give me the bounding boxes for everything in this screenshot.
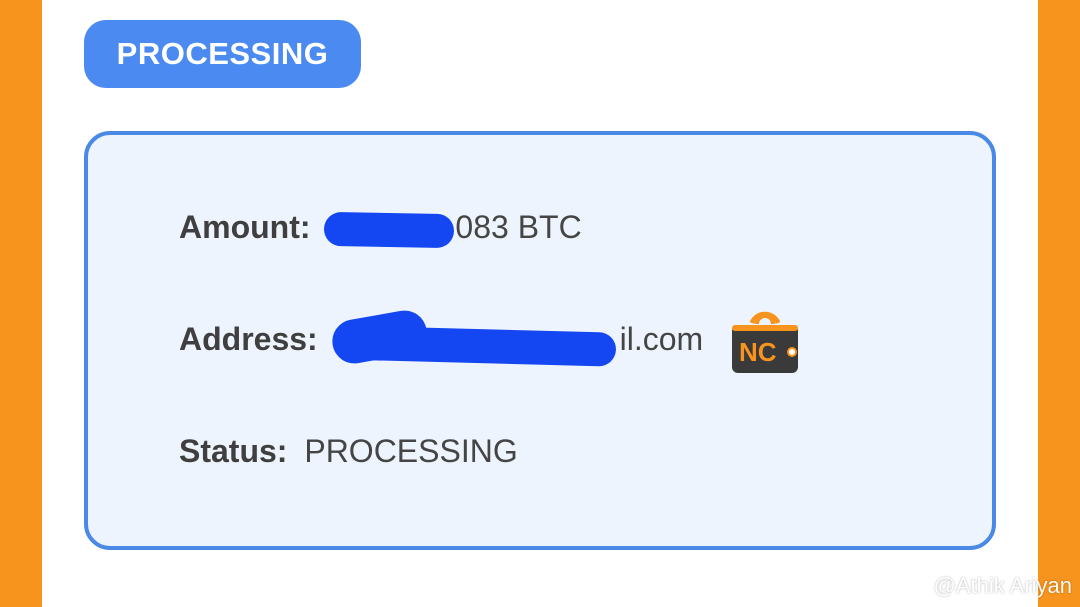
status-badge: PROCESSING (84, 20, 361, 88)
nc-wallet-icon[interactable]: NC (730, 307, 800, 375)
amount-redaction (323, 211, 455, 249)
transaction-details-panel: Amount: 083 BTC Address: il.com NC Statu… (84, 131, 996, 550)
address-label: Address: (179, 321, 318, 357)
status-badge-label: PROCESSING (116, 36, 329, 71)
status-row: Status: PROCESSING (179, 433, 518, 470)
watermark: @Athik Ariyan (904, 573, 1073, 599)
amount-label: Amount: (179, 209, 311, 245)
address-redaction (333, 325, 617, 367)
watermark-logo-icon (904, 576, 928, 596)
watermark-text: @Athik Ariyan (933, 573, 1073, 598)
screen: PROCESSING Amount: 083 BTC Address: il.c… (0, 0, 1080, 607)
status-value: PROCESSING (304, 433, 518, 469)
svg-text:NC: NC (739, 337, 777, 367)
status-label: Status: (179, 433, 288, 469)
